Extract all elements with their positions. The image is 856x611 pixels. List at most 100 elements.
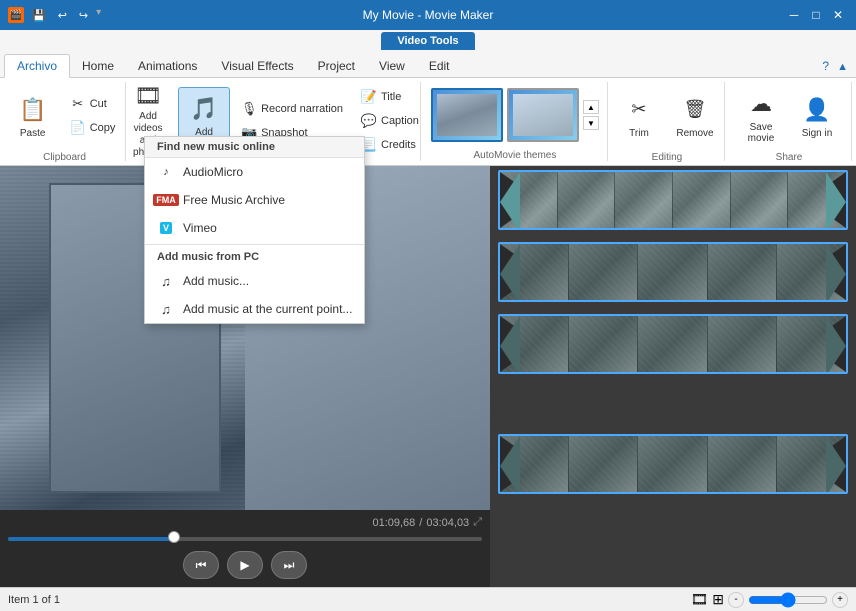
add-videos-icon: 🎞: [132, 83, 164, 109]
play-button[interactable]: ▶: [227, 551, 263, 579]
audiomicro-item[interactable]: ♪ AudioMicro: [145, 158, 364, 186]
title-button[interactable]: 📝 Title: [354, 86, 426, 108]
tab-edit[interactable]: Edit: [417, 55, 462, 77]
close-button[interactable]: ✕: [828, 5, 848, 25]
filmstrip-icon: 🎞: [690, 591, 708, 608]
fma-item[interactable]: FMA Free Music Archive: [145, 186, 364, 214]
rewind-icon: ⏮: [196, 558, 207, 573]
trim-icon: ✂: [623, 94, 655, 126]
vimeo-label: Vimeo: [183, 221, 217, 235]
paste-button[interactable]: 📋 Paste: [7, 82, 59, 150]
clipboard-group: 📋 Paste ✂ Cut 📄 Copy Clipboard: [4, 82, 126, 161]
window-title: My Movie - Movie Maker: [363, 8, 494, 22]
theme-down-button[interactable]: ▼: [583, 116, 599, 130]
timeline-strip-4[interactable]: [498, 434, 848, 494]
video-progress[interactable]: [8, 535, 482, 543]
tab-project[interactable]: Project: [306, 55, 367, 77]
play-icon: ▶: [240, 558, 249, 572]
themes-content: ▲ ▼: [431, 82, 599, 148]
forward-button[interactable]: ⏭: [271, 551, 307, 579]
rewind-button[interactable]: ⏮: [183, 551, 219, 579]
add-music-item[interactable]: ♫ Add music...: [145, 267, 364, 295]
film-frame-1c: [615, 172, 673, 228]
share-label: Share: [776, 152, 803, 163]
progress-thumb[interactable]: [168, 531, 180, 543]
cut-button[interactable]: ✂ Cut: [63, 93, 123, 115]
save-qa-button[interactable]: 💾: [28, 7, 50, 24]
audiomicro-label: AudioMicro: [183, 165, 243, 179]
copy-button[interactable]: 📄 Copy: [63, 117, 123, 139]
trim-button[interactable]: ✂ Trim: [613, 82, 665, 150]
undo-qa-button[interactable]: ↩: [54, 7, 71, 24]
sign-in-icon: 👤: [801, 94, 833, 126]
editing-label: Editing: [652, 152, 683, 163]
forward-icon: ⏭: [284, 558, 295, 573]
redo-qa-button[interactable]: ↪: [75, 7, 92, 24]
vimeo-icon: V: [157, 219, 175, 237]
collapse-ribbon-icon[interactable]: ▲: [833, 57, 852, 77]
vimeo-item[interactable]: V Vimeo: [145, 214, 364, 242]
window-controls: ─ □ ✕: [784, 5, 848, 25]
strip-arrow-left-4: [500, 436, 520, 492]
timeline[interactable]: [490, 166, 856, 587]
app-icon: 🎬: [8, 7, 24, 23]
qa-separator: ▾: [96, 7, 101, 24]
theme-item-1[interactable]: [431, 88, 503, 142]
status-right: 🎞 ⊞ - +: [690, 591, 848, 608]
strip-arrow-right-4: [826, 436, 846, 492]
clipboard-group-content: 📋 Paste ✂ Cut 📄 Copy: [7, 82, 123, 150]
caption-button[interactable]: 💬 Caption: [354, 110, 426, 132]
strip-arrow-left-3: [500, 316, 520, 372]
zoom-in-button[interactable]: +: [832, 592, 848, 608]
strip-arrow-right-3: [826, 316, 846, 372]
maximize-button[interactable]: □: [806, 5, 826, 25]
save-movie-icon: ☁: [745, 88, 777, 120]
tab-visual-effects[interactable]: Visual Effects: [209, 55, 305, 77]
save-movie-button[interactable]: ☁ Save movie: [735, 82, 787, 150]
film-frame-4b: [569, 436, 638, 492]
ribbon: 📋 Paste ✂ Cut 📄 Copy Clipboard: [0, 78, 856, 166]
film-strip-2: [500, 244, 846, 300]
editing-group: ✂ Trim 🗑 Remove Editing: [610, 82, 725, 161]
theme-item-2[interactable]: [507, 88, 579, 142]
time-expand-icon[interactable]: ⤢: [473, 516, 482, 529]
tab-animations[interactable]: Animations: [126, 55, 209, 77]
sign-in-button[interactable]: 👤 Sign in: [791, 82, 843, 150]
automovie-themes-group: ▲ ▼ AutoMovie themes: [423, 82, 608, 161]
theme-up-button[interactable]: ▲: [583, 100, 599, 114]
help-icon[interactable]: ?: [818, 55, 833, 77]
progress-fill: [8, 537, 174, 541]
tab-archivo[interactable]: Archivo: [4, 54, 70, 78]
film-frame-4c: [638, 436, 707, 492]
remove-icon: 🗑: [679, 94, 711, 126]
zoom-slider[interactable]: [748, 592, 828, 608]
film-frame-4d: [708, 436, 777, 492]
add-music-dropdown: Find new music online ♪ AudioMicro FMA F…: [144, 136, 365, 324]
add-music-icon: 🎵: [188, 93, 220, 125]
tab-view[interactable]: View: [367, 55, 417, 77]
add-music-current-item[interactable]: ♫ Add music at the current point...: [145, 295, 364, 323]
status-bar: Item 1 of 1 🎞 ⊞ - +: [0, 587, 856, 611]
zoom-out-button[interactable]: -: [728, 592, 744, 608]
timeline-strip-3[interactable]: [498, 314, 848, 374]
timeline-strip-1[interactable]: [498, 170, 848, 230]
add-music-label: Add music...: [183, 274, 249, 288]
remove-button[interactable]: 🗑 Remove: [669, 82, 721, 150]
music-note-icon: ♫: [157, 272, 175, 290]
video-tools-tab[interactable]: Video Tools: [381, 32, 474, 50]
theme-nav: ▲ ▼: [583, 100, 599, 130]
minimize-button[interactable]: ─: [784, 5, 804, 25]
strip-arrow-right-2: [826, 244, 846, 300]
record-narration-button[interactable]: 🎙 Record narration: [234, 98, 350, 120]
strip-arrow-left-2: [500, 244, 520, 300]
paste-icon: 📋: [17, 94, 49, 126]
copy-icon: 📄: [70, 120, 86, 136]
timeline-strip-2[interactable]: [498, 242, 848, 302]
film-frame-2d: [708, 244, 777, 300]
tab-home[interactable]: Home: [70, 55, 126, 77]
fma-label: Free Music Archive: [183, 193, 285, 207]
share-group: ☁ Save movie 👤 Sign in Share: [727, 82, 852, 161]
film-frame-1b: [558, 172, 616, 228]
audiomicro-icon: ♪: [157, 163, 175, 181]
clipboard-label: Clipboard: [43, 152, 86, 163]
